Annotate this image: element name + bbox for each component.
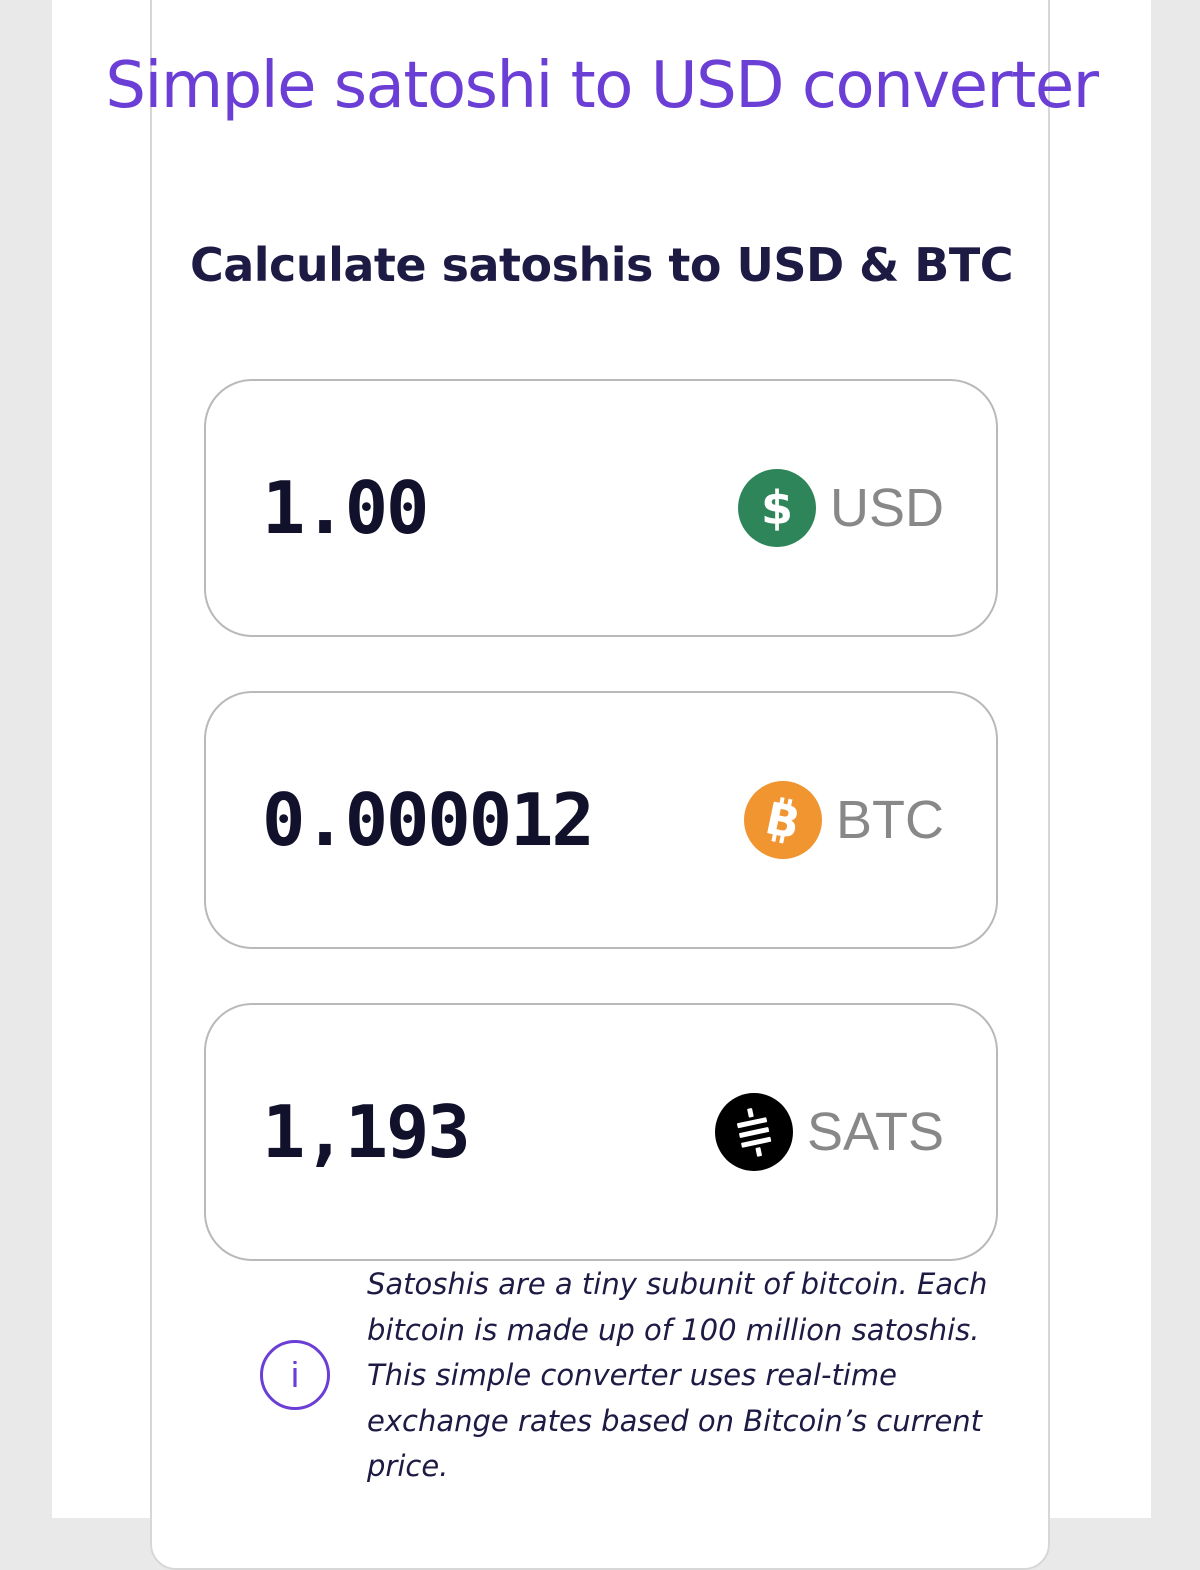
- bitcoin-icon: B: [744, 781, 822, 859]
- usd-code: USD: [829, 478, 944, 538]
- sats-currency-label: SATS: [714, 1093, 944, 1171]
- sats-amount-value[interactable]: 1,193: [262, 1090, 471, 1174]
- svg-text:$: $: [761, 482, 793, 534]
- page-title: Simple satoshi to USD converter: [105, 49, 1099, 123]
- btc-amount-field[interactable]: 0.000012 B BTC: [204, 691, 998, 949]
- page-subtitle: Calculate satoshis to USD & BTC: [189, 238, 1014, 292]
- info-description: Satoshis are a tiny subunit of bitcoin. …: [367, 1267, 988, 1483]
- btc-currency-label: B BTC: [744, 781, 944, 859]
- page: Simple satoshi to USD converter Calculat…: [52, 0, 1151, 1570]
- usd-currency-label: $ USD: [737, 469, 944, 547]
- btc-code: BTC: [836, 790, 944, 850]
- btc-amount-value[interactable]: 0.000012: [262, 778, 595, 862]
- sats-code: SATS: [806, 1102, 944, 1162]
- dollar-icon: $: [737, 469, 816, 547]
- usd-amount-field[interactable]: 1.00 $ USD: [204, 379, 998, 637]
- sats-icon: [714, 1093, 793, 1171]
- info-icon: i: [260, 1340, 330, 1410]
- sats-amount-field[interactable]: 1,193 SATS: [204, 1003, 998, 1261]
- usd-amount-value[interactable]: 1.00: [262, 466, 429, 550]
